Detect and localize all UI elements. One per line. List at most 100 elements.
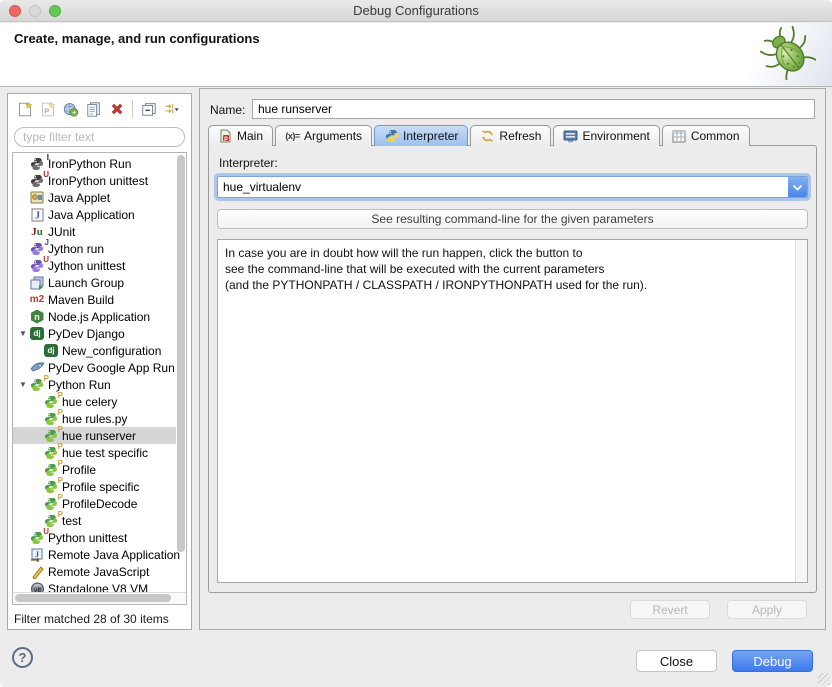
titlebar: Debug Configurations xyxy=(0,0,832,22)
tree-item-pydev-google-app-run[interactable]: PyDev Google App Run xyxy=(13,359,176,376)
tree-item-label: test xyxy=(62,514,81,528)
refresh-icon xyxy=(480,129,495,144)
python-green-p-icon: P xyxy=(43,428,59,443)
expand-arrow-icon[interactable]: ▼ xyxy=(17,329,29,338)
expand-arrow-icon[interactable]: ▼ xyxy=(17,380,29,389)
chevron-down-icon xyxy=(793,178,802,196)
help-button[interactable]: ? xyxy=(12,647,33,668)
tab-arguments[interactable]: (x)= Arguments xyxy=(275,125,372,146)
python-green-p-icon: P xyxy=(43,513,59,528)
args-icon: (x)= xyxy=(285,129,300,144)
python-purple-u-icon: U xyxy=(29,258,45,273)
tree-item-jython-unittest[interactable]: UJython unittest xyxy=(13,257,176,274)
tree-item-profiledecode[interactable]: PProfileDecode xyxy=(13,495,176,512)
duplicate-button[interactable] xyxy=(82,98,105,120)
command-info-box: In case you are in doubt how will the ru… xyxy=(217,239,808,583)
new-prototype-button[interactable]: P xyxy=(36,98,59,120)
tree-item-python-unittest[interactable]: UPython unittest xyxy=(13,529,176,546)
header-title: Create, manage, and run configurations xyxy=(14,31,260,46)
collapse-all-icon xyxy=(141,102,157,117)
node-icon: n xyxy=(29,309,45,324)
tree-item-java-applet[interactable]: Java Applet xyxy=(13,189,176,206)
name-input[interactable] xyxy=(252,99,815,119)
tree-item-label: Launch Group xyxy=(48,276,124,290)
see-command-line-button[interactable]: See resulting command-line for the given… xyxy=(217,209,808,229)
tree-item-label: hue test specific xyxy=(62,446,148,460)
tree-item-python-run[interactable]: ▼PPython Run xyxy=(13,376,176,393)
tree-item-ironpython-run[interactable]: IIronPython Run xyxy=(13,155,176,172)
interpreter-input[interactable] xyxy=(217,176,808,198)
tree-item-pydev-django[interactable]: ▼djPyDev Django xyxy=(13,325,176,342)
tree-item-label: PyDev Google App Run xyxy=(48,361,175,375)
tab-label: Refresh xyxy=(499,129,541,143)
tree-item-java-application[interactable]: JJava Application xyxy=(13,206,176,223)
debug-button[interactable]: Debug xyxy=(732,650,813,672)
tab-label: Arguments xyxy=(304,129,362,143)
tab-label: Environment xyxy=(582,129,649,143)
apply-button[interactable]: Apply xyxy=(727,600,807,619)
tree-item-label: IronPython Run xyxy=(48,157,131,171)
delete-button[interactable] xyxy=(105,98,128,120)
tree-item-profile-specific[interactable]: PProfile specific xyxy=(13,478,176,495)
tab-main[interactable]: pMain xyxy=(208,125,273,146)
tree-item-junit[interactable]: JuJUnit xyxy=(13,223,176,240)
python-green-p-icon: P xyxy=(29,377,45,392)
tree-item-label: Python unittest xyxy=(48,531,127,545)
tree-item-label: hue rules.py xyxy=(62,412,127,426)
filter-input[interactable] xyxy=(14,127,185,147)
python-black-i-icon: I xyxy=(29,156,45,171)
configurations-tree: IIronPython RunUIronPython unittest Java … xyxy=(12,152,187,605)
tree-item-hue-rules-py[interactable]: Phue rules.py xyxy=(13,410,176,427)
table-icon xyxy=(672,129,687,144)
tree-item-remote-java-application[interactable]: JRemote Java Application xyxy=(13,546,176,563)
tree-horizontal-scrollbar[interactable] xyxy=(15,594,171,602)
tree-item-label: Remote JavaScript xyxy=(48,565,149,579)
tab-environment[interactable]: Environment xyxy=(553,125,659,146)
tree-item-test[interactable]: Ptest xyxy=(13,512,176,529)
tree-item-hue-runserver[interactable]: Phue runserver xyxy=(13,427,176,444)
tab-common[interactable]: Common xyxy=(662,125,750,146)
tree-item-profile[interactable]: PProfile xyxy=(13,461,176,478)
tree-item-node-js-application[interactable]: nNode.js Application xyxy=(13,308,176,325)
tree-item-hue-celery[interactable]: Phue celery xyxy=(13,393,176,410)
tree-item-new-configuration[interactable]: djNew_configuration xyxy=(13,342,176,359)
python-logo-icon xyxy=(384,129,399,144)
duplicate-icon xyxy=(86,102,102,117)
tree-item-label: Java Applet xyxy=(48,191,110,205)
launch-group-icon xyxy=(29,275,45,290)
revert-button[interactable]: Revert xyxy=(630,600,710,619)
main-file-icon: p xyxy=(218,129,233,144)
configuration-detail-panel: Name: pMain(x)=ArgumentsInterpreterRefre… xyxy=(199,88,826,630)
resize-grip[interactable] xyxy=(818,673,830,685)
tabbar: pMain (x)= Arguments Interpreter Refresh Envi… xyxy=(208,125,752,146)
collapse-all-button[interactable] xyxy=(137,98,160,120)
tree-item-label: hue runserver xyxy=(62,429,136,443)
tree-item-launch-group[interactable]: Launch Group xyxy=(13,274,176,291)
python-green-u-icon: U xyxy=(29,530,45,545)
java-app-icon: J xyxy=(29,207,45,222)
tree-hscroll-track xyxy=(13,592,186,604)
tree-item-jython-run[interactable]: JJython run xyxy=(13,240,176,257)
filter-menu-button[interactable] xyxy=(160,98,183,120)
tree-item-label: PyDev Django xyxy=(48,327,125,341)
python-green-p-icon: P xyxy=(43,479,59,494)
tree-item-ironpython-unittest[interactable]: UIronPython unittest xyxy=(13,172,176,189)
tab-interpreter[interactable]: Interpreter xyxy=(374,125,468,146)
close-button[interactable]: Close xyxy=(636,650,717,672)
tree-item-maven-build[interactable]: m2Maven Build xyxy=(13,291,176,308)
tab-refresh[interactable]: Refresh xyxy=(470,125,551,146)
info-vertical-scrollbar-track[interactable] xyxy=(795,240,807,582)
tree-item-label: Profile specific xyxy=(62,480,139,494)
tree-vertical-scrollbar[interactable] xyxy=(177,155,185,552)
new-configuration-button[interactable] xyxy=(13,98,36,120)
export-configurations-button[interactable] xyxy=(59,98,82,120)
filter-status: Filter matched 28 of 30 items xyxy=(14,612,169,626)
tree-item-remote-javascript[interactable]: Remote JavaScript xyxy=(13,563,176,580)
dialog-button-bar: ? Close Debug xyxy=(0,631,832,687)
interpreter-dropdown-button[interactable] xyxy=(788,177,807,197)
remote-java-icon: J xyxy=(29,547,45,562)
tree-item-hue-test-specific[interactable]: Phue test specific xyxy=(13,444,176,461)
django-icon: dj xyxy=(29,326,45,341)
java-applet-icon xyxy=(29,190,45,205)
tab-label: Interpreter xyxy=(403,129,458,143)
